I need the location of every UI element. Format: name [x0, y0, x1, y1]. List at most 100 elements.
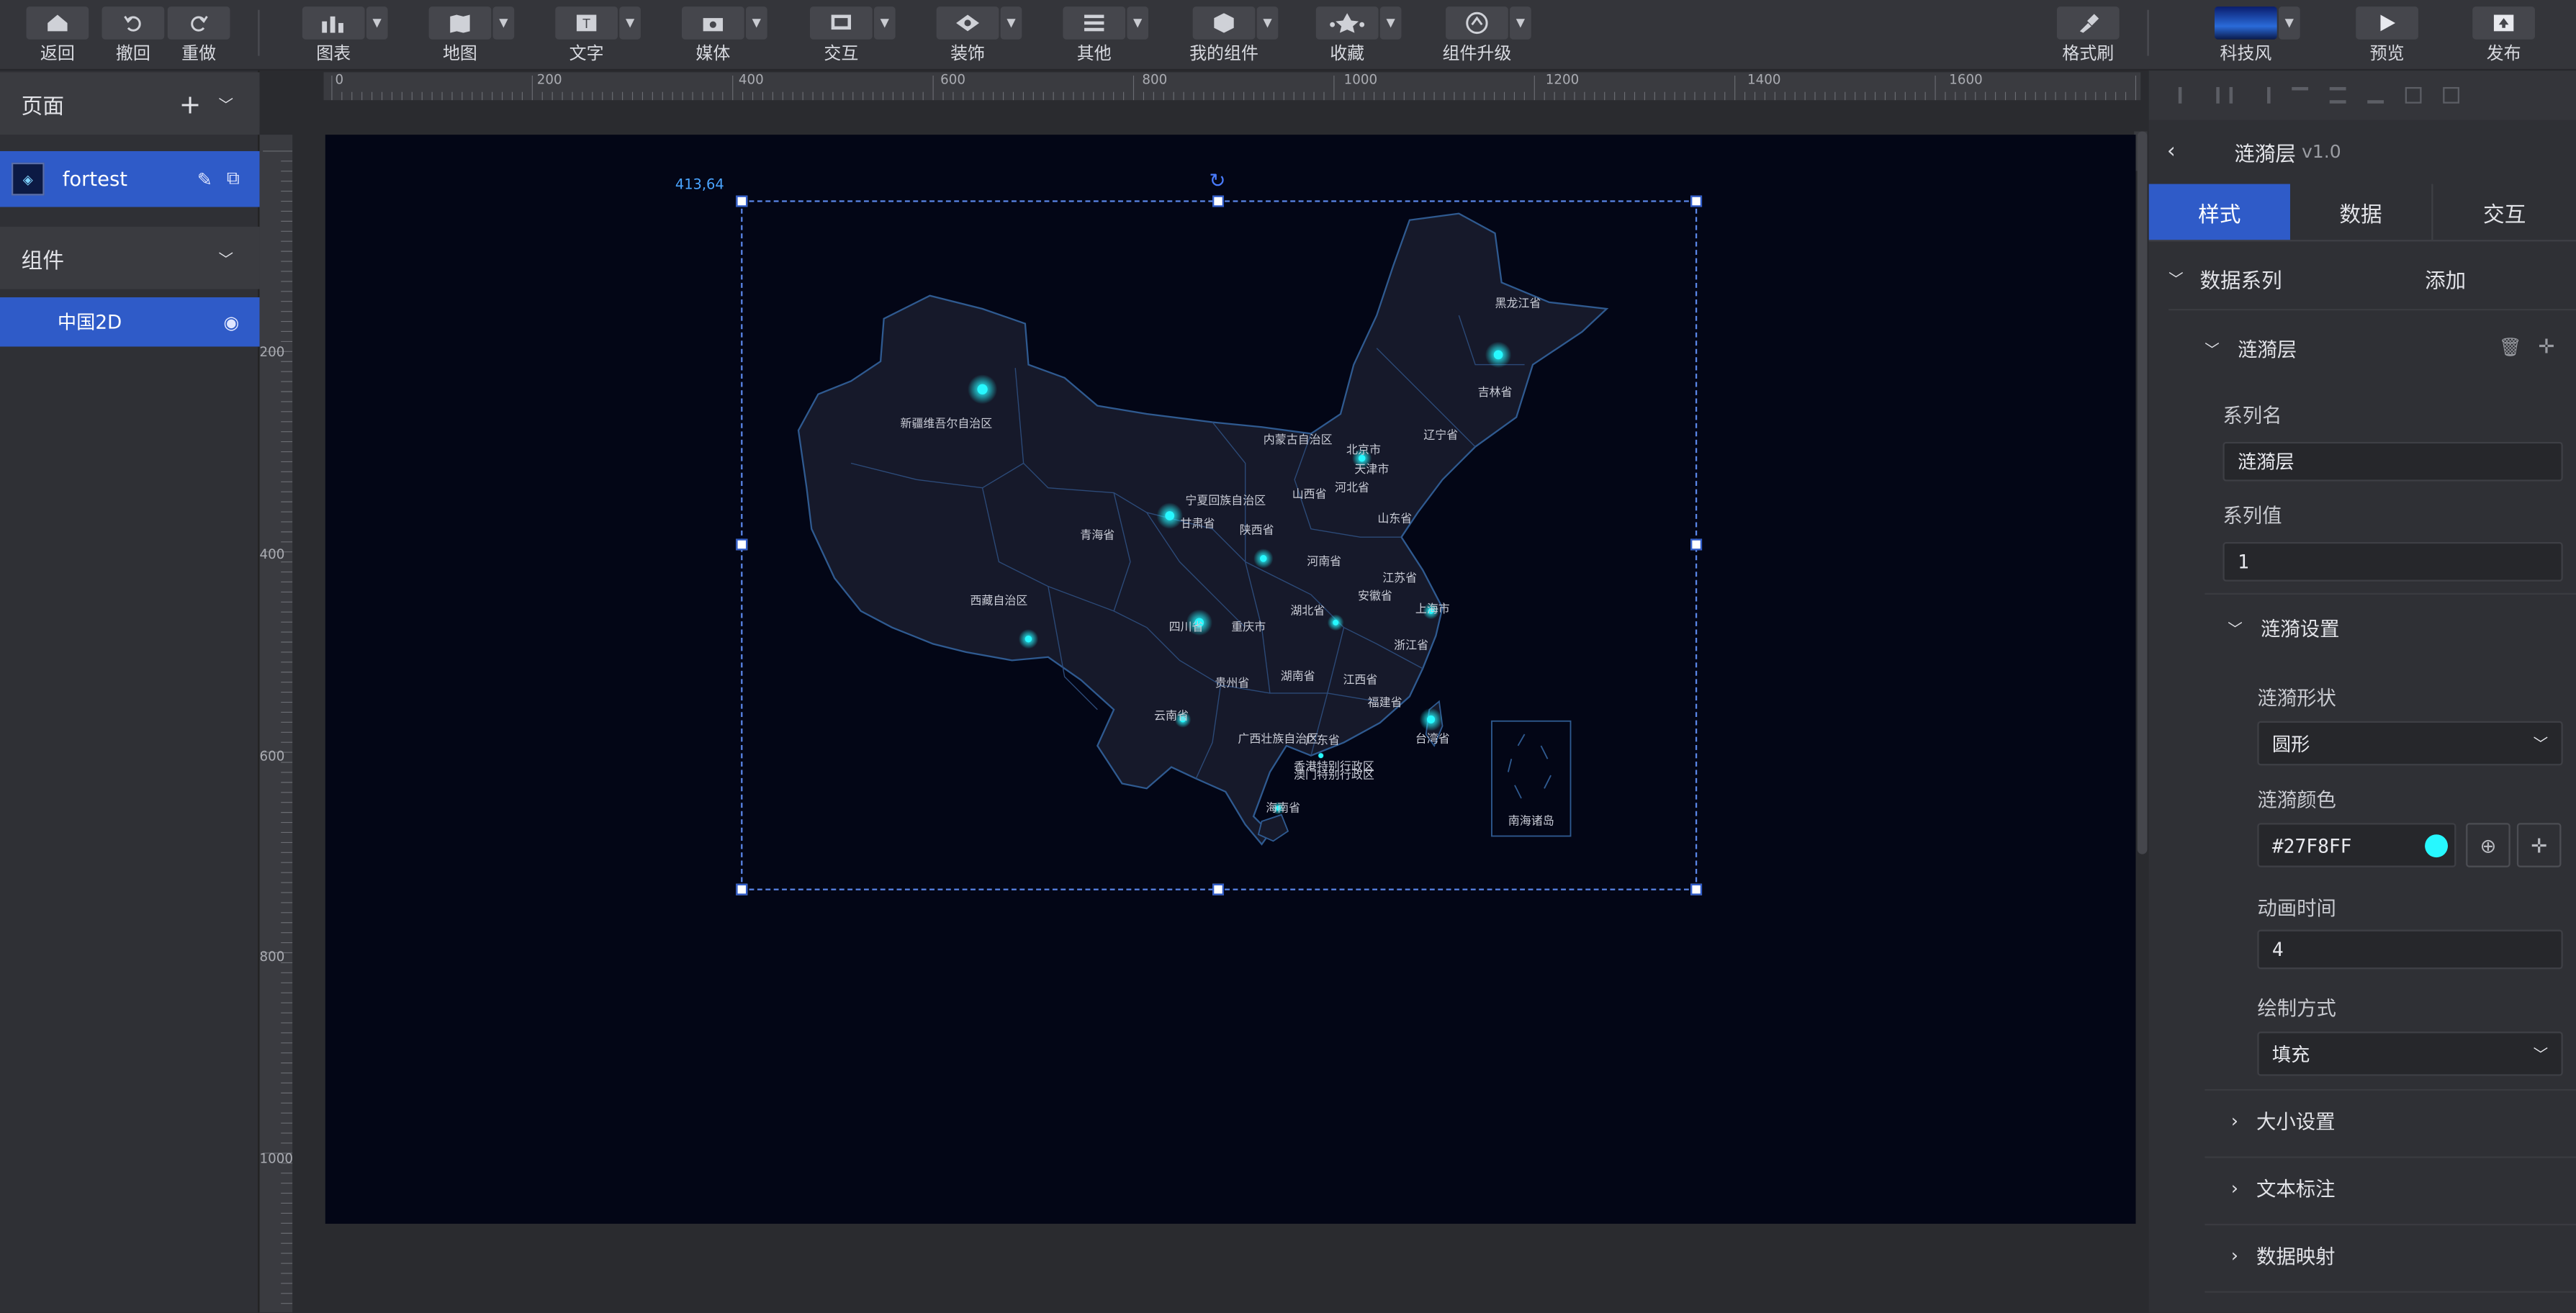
series-value-input[interactable]: 1 [2223, 542, 2563, 582]
text-icon: T [555, 6, 618, 40]
size-settings-header[interactable]: › 大小设置 [2231, 1107, 2336, 1135]
ripple-color-input[interactable]: #27F8FF [2257, 823, 2456, 867]
add-color-button[interactable]: ⊕ [2466, 823, 2510, 867]
component-upgrade-menu-button[interactable]: ▼ 组件升级 [1443, 0, 1535, 71]
chevron-down-icon[interactable]: ▼ [1510, 6, 1531, 40]
chart-menu-button[interactable]: ▼ 图表 [302, 0, 388, 71]
theme-selector[interactable]: ▼ 科技风 [2215, 0, 2300, 71]
play-icon [2356, 6, 2418, 40]
media-menu-button[interactable]: ▼ 媒体 [681, 0, 767, 71]
ripple-core [1333, 619, 1339, 626]
chevron-down-icon[interactable]: ▼ [1000, 6, 1022, 40]
series-item-header[interactable]: ﹀ 涟漪层 [2205, 335, 2297, 364]
chevron-down-icon[interactable]: ▼ [2278, 6, 2300, 40]
star-icon [1315, 6, 1379, 40]
chevron-down-icon[interactable]: ▼ [366, 6, 388, 40]
series-value-label: 系列值 [2223, 504, 2282, 528]
align-center-icon[interactable] [2216, 86, 2233, 104]
add-series-button[interactable]: 添加 [2425, 263, 2466, 294]
chevron-down-icon[interactable]: ▼ [492, 6, 515, 40]
province-label: 台湾省 [1415, 731, 1450, 745]
redo-button[interactable]: 重做 [167, 0, 230, 71]
province-label: 广东省 [1305, 734, 1340, 747]
map-menu-button[interactable]: ▼ 地图 [428, 0, 515, 71]
trash-icon[interactable]: 🗑 [2499, 337, 2522, 358]
align-middle-icon[interactable] [2329, 86, 2346, 104]
province-label: 江苏省 [1382, 571, 1417, 585]
tab-style[interactable]: 样式 [2148, 184, 2290, 240]
chevron-down-icon[interactable]: ▼ [1379, 6, 1402, 40]
distribute-h-icon[interactable] [2405, 86, 2422, 104]
tab-data[interactable]: 数据 [2290, 184, 2433, 240]
layer-item-china-2d[interactable]: 中国2D ◉ [0, 297, 260, 347]
province-label: 重庆市 [1231, 620, 1266, 633]
chevron-down-icon[interactable]: ﹀ [218, 247, 233, 269]
tab-interaction[interactable]: 交互 [2433, 184, 2576, 240]
my-components-menu-button[interactable]: ▼ 我的组件 [1189, 0, 1282, 71]
province-label: 江西省 [1343, 672, 1377, 686]
province-label: 天津市 [1354, 462, 1389, 476]
preview-button[interactable]: 预览 [2356, 0, 2418, 71]
eye-icon[interactable]: ◉ [223, 311, 239, 333]
animation-time-input[interactable]: 4 [2257, 929, 2563, 970]
back-button[interactable]: 返回 [26, 0, 89, 71]
ripple-color-label: 涟漪颜色 [2257, 788, 2336, 812]
copy-page-icon[interactable]: ⧉ [227, 168, 240, 191]
ripple-shape-label: 涟漪形状 [2257, 686, 2336, 710]
artboard[interactable]: 413,64 ↻ 黑龙江省 吉林省 辽宁省 内蒙古自治区 北京市 天津市 河北省… [325, 135, 2136, 1224]
align-right-icon[interactable] [2254, 86, 2271, 104]
align-left-icon[interactable] [2178, 86, 2195, 104]
favorites-menu-button[interactable]: ▼ 收藏 [1315, 0, 1402, 71]
series-name-label: 系列名 [2223, 404, 2282, 428]
ripple-shape-value: 圆形 [2271, 731, 2310, 755]
province-label: 四川省 [1169, 620, 1204, 633]
section-divider [2205, 1088, 2576, 1091]
ripple-shape-select[interactable]: 圆形 ﹀ [2257, 721, 2563, 766]
series-name-input[interactable]: 涟漪层 [2223, 441, 2563, 482]
china-map[interactable]: 黑龙江省吉林省辽宁省 内蒙古自治区北京市天津市河北省山西省山东省 新疆维吾尔自治区宁… [325, 135, 2136, 1224]
canvas-scrollbar[interactable] [2137, 131, 2148, 854]
publish-button[interactable]: 发布 [2472, 0, 2535, 71]
ripple-settings-label: 涟漪设置 [2260, 617, 2340, 641]
distribute-v-icon[interactable] [2443, 86, 2460, 104]
add-page-icon[interactable]: + [179, 88, 202, 119]
interact-icon [809, 6, 873, 40]
align-top-icon[interactable] [2292, 86, 2309, 104]
pages-section-header: 页面 + ﹀ [0, 72, 260, 135]
other-menu-button[interactable]: ▼ 其他 [1063, 0, 1149, 71]
move-icon[interactable]: ✛ [2539, 335, 2555, 358]
chevron-down-icon[interactable]: ▼ [873, 6, 896, 40]
province-label: 安徽省 [1358, 589, 1392, 603]
chevron-down-icon: ﹀ [2533, 737, 2549, 754]
eyedropper-button[interactable]: ✛ [2516, 823, 2562, 867]
panel-tabs: 样式 数据 交互 [2148, 184, 2576, 242]
draw-mode-select[interactable]: 填充 ﹀ [2257, 1032, 2563, 1076]
size-settings-label: 大小设置 [2256, 1110, 2336, 1134]
back-arrow-icon[interactable]: ‹ [2167, 139, 2176, 163]
align-bottom-icon[interactable] [2367, 87, 2384, 104]
edit-icon[interactable]: ✎ [197, 168, 212, 190]
text-label-header[interactable]: › 文本标注 [2231, 1175, 2336, 1203]
chevron-down-icon[interactable]: ▼ [1127, 6, 1149, 40]
left-panel: 页面 + ﹀ || ◈ fortest ✎ ⧉ 组件 ﹀ 中国2D ◉ [0, 71, 273, 1313]
text-menu-button[interactable]: T ▼ 文字 [555, 0, 641, 71]
province-label: 浙江省 [1394, 638, 1428, 651]
ripple-core [1024, 635, 1032, 643]
ripple-core [1165, 511, 1175, 520]
chevron-down-icon[interactable]: ▼ [1256, 6, 1279, 40]
page-item-fortest[interactable]: ◈ fortest ✎ ⧉ [0, 150, 260, 207]
chevron-down-icon[interactable]: ﹀ [218, 93, 233, 114]
chevron-right-icon: › [2230, 1178, 2238, 1199]
decor-menu-button[interactable]: ▼ 装饰 [936, 0, 1022, 71]
ruler-label: 1400 [1747, 72, 1781, 87]
ruler-label: 600 [940, 72, 966, 87]
undo-button[interactable]: 撤回 [102, 0, 165, 71]
ripple-settings-header[interactable]: ﹀ 涟漪设置 [2228, 614, 2339, 642]
data-series-header[interactable]: ﹀ 数据系列 [2169, 263, 2282, 294]
data-mapping-header[interactable]: › 数据映射 [2231, 1242, 2336, 1270]
color-swatch[interactable] [2425, 834, 2449, 857]
chevron-down-icon[interactable]: ▼ [745, 6, 767, 40]
chevron-down-icon[interactable]: ▼ [619, 6, 641, 40]
interact-menu-button[interactable]: ▼ 交互 [809, 0, 896, 71]
format-brush-button[interactable]: 格式刷 [2056, 0, 2120, 71]
